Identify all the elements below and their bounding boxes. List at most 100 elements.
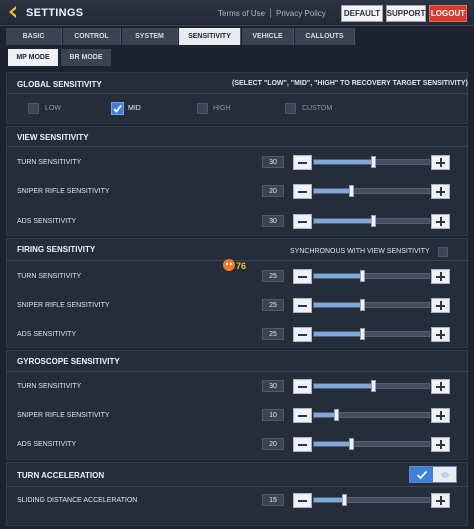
view-sniper-rifle-sensitivity-decrease-button[interactable] bbox=[293, 184, 312, 199]
br-mode-button[interactable]: BR MODE bbox=[61, 49, 111, 66]
view-turn-sensitivity-increase-button[interactable] bbox=[431, 155, 450, 170]
divider bbox=[6, 93, 468, 94]
firing-turn-sensitivity-increase-button[interactable] bbox=[431, 269, 450, 284]
sliding-distance-acceleration-value: 15 bbox=[262, 494, 284, 506]
view-ads-sensitivity-slider-handle[interactable] bbox=[370, 215, 376, 227]
firing-ads-sensitivity-value: 25 bbox=[262, 328, 284, 340]
firing-ads-sensitivity-slider-handle[interactable] bbox=[360, 328, 366, 340]
circle-icon bbox=[440, 471, 449, 478]
gyro-ads-sensitivity-slider-handle[interactable] bbox=[348, 438, 354, 450]
sync-checkbox[interactable] bbox=[438, 247, 448, 257]
gyro-sniper-rifle-sensitivity-decrease-button[interactable] bbox=[293, 408, 312, 423]
gyro-turn-sensitivity-slider-handle[interactable] bbox=[370, 380, 376, 392]
default-button[interactable]: DEFAULT bbox=[341, 5, 383, 22]
sliding-distance-acceleration-slider-handle[interactable] bbox=[342, 494, 348, 506]
gyro-sniper-rifle-sensitivity-value: 10 bbox=[262, 409, 284, 421]
view-sniper-rifle-sensitivity-slider-fill bbox=[314, 189, 352, 193]
checkmark-icon bbox=[113, 104, 122, 113]
firing-turn-sensitivity-slider-handle[interactable] bbox=[360, 270, 366, 282]
tab-vehicle[interactable]: VEHICLE bbox=[242, 28, 294, 45]
sliding-distance-acceleration-decrease-button[interactable] bbox=[293, 493, 312, 508]
plus-icon bbox=[436, 440, 445, 449]
view-turn-sensitivity-decrease-button[interactable] bbox=[293, 155, 312, 170]
privacy-policy-link[interactable]: Privacy Policy bbox=[276, 9, 326, 18]
firing-ads-sensitivity-increase-button[interactable] bbox=[431, 327, 450, 342]
minus-icon bbox=[298, 499, 307, 502]
minus-icon bbox=[298, 161, 307, 164]
firing-sniper-rifle-sensitivity-slider-handle[interactable] bbox=[360, 299, 366, 311]
plus-icon bbox=[436, 496, 445, 505]
plus-icon bbox=[436, 382, 445, 391]
firing-sniper-rifle-sensitivity-slider-track[interactable] bbox=[313, 299, 430, 311]
gyro-sniper-rifle-sensitivity-slider-track[interactable] bbox=[313, 409, 430, 421]
low-checkbox[interactable] bbox=[28, 103, 39, 114]
view-sniper-rifle-sensitivity-increase-button[interactable] bbox=[431, 184, 450, 199]
gyro-ads-sensitivity-increase-button[interactable] bbox=[431, 437, 450, 452]
tab-basic[interactable]: BASIC bbox=[6, 28, 62, 45]
firing-sensitivity-title: FIRING SENSITIVITY bbox=[17, 245, 96, 254]
minus-icon bbox=[298, 275, 307, 278]
plus-icon bbox=[436, 217, 445, 226]
firing-sniper-rifle-sensitivity-decrease-button[interactable] bbox=[293, 298, 312, 313]
view-turn-sensitivity-slider-handle[interactable] bbox=[370, 156, 376, 168]
view-turn-sensitivity-slider-fill bbox=[314, 160, 374, 164]
sliding-distance-acceleration-label: SLIDING DISTANCE ACCELERATION bbox=[17, 497, 138, 504]
plus-icon bbox=[436, 187, 445, 196]
firing-turn-sensitivity-slider-track[interactable] bbox=[313, 270, 430, 282]
view-ads-sensitivity-decrease-button[interactable] bbox=[293, 214, 312, 229]
logout-button[interactable]: LOGOUT bbox=[429, 5, 467, 22]
plus-icon bbox=[436, 330, 445, 339]
sliding-distance-acceleration-slider-fill bbox=[314, 498, 346, 502]
minus-icon bbox=[298, 414, 307, 417]
gyro-ads-sensitivity-decrease-button[interactable] bbox=[293, 437, 312, 452]
minus-icon bbox=[298, 304, 307, 307]
gyro-ads-sensitivity-slider-track[interactable] bbox=[313, 438, 430, 450]
custom-option-label: CUSTOM bbox=[302, 105, 333, 112]
firing-ads-sensitivity-decrease-button[interactable] bbox=[293, 327, 312, 342]
support-button[interactable]: SUPPORT bbox=[386, 5, 426, 22]
back-arrow-icon[interactable] bbox=[6, 5, 20, 19]
mp-mode-button[interactable]: MP MODE bbox=[8, 49, 58, 66]
plus-icon bbox=[436, 272, 445, 281]
minus-icon bbox=[298, 220, 307, 223]
tab-sensitivity[interactable]: SENSITIVITY bbox=[179, 28, 241, 45]
page-title: SETTINGS bbox=[26, 7, 84, 19]
view-ads-sensitivity-increase-button[interactable] bbox=[431, 214, 450, 229]
mid-checkbox[interactable] bbox=[111, 102, 124, 115]
high-option-label: HIGH bbox=[213, 105, 231, 112]
gyro-turn-sensitivity-decrease-button[interactable] bbox=[293, 379, 312, 394]
custom-checkbox[interactable] bbox=[285, 103, 296, 114]
firing-ads-sensitivity-slider-track[interactable] bbox=[313, 328, 430, 340]
firing-turn-sensitivity-label: TURN SENSITIVITY bbox=[17, 273, 82, 280]
terms-of-use-link[interactable]: Terms of Use bbox=[218, 9, 265, 18]
minus-icon bbox=[298, 443, 307, 446]
minus-icon bbox=[298, 190, 307, 193]
sticker-text: 76 bbox=[236, 261, 246, 271]
view-sniper-rifle-sensitivity-label: SNIPER RIFLE SENSITIVITY bbox=[17, 188, 110, 195]
view-sniper-rifle-sensitivity-slider-track[interactable] bbox=[313, 185, 430, 197]
turn-acceleration-toggle[interactable] bbox=[409, 466, 457, 483]
gyro-sniper-rifle-sensitivity-slider-handle[interactable] bbox=[334, 409, 339, 421]
minus-icon bbox=[298, 385, 307, 388]
gyro-sniper-rifle-sensitivity-increase-button[interactable] bbox=[431, 408, 450, 423]
gyro-turn-sensitivity-value: 30 bbox=[262, 380, 284, 392]
firing-sniper-rifle-sensitivity-value: 25 bbox=[262, 299, 284, 311]
turn-acceleration-title: TURN ACCELERATION bbox=[17, 471, 105, 480]
gyro-turn-sensitivity-slider-fill bbox=[314, 384, 374, 388]
high-checkbox[interactable] bbox=[197, 103, 208, 114]
sliding-distance-acceleration-slider-track[interactable] bbox=[313, 494, 430, 506]
firing-sniper-rifle-sensitivity-increase-button[interactable] bbox=[431, 298, 450, 313]
gyro-turn-sensitivity-increase-button[interactable] bbox=[431, 379, 450, 394]
gyro-turn-sensitivity-slider-track[interactable] bbox=[313, 380, 430, 392]
tab-control[interactable]: CONTROL bbox=[63, 28, 121, 45]
gyroscope-sensitivity-title: GYROSCOPE SENSITIVITY bbox=[17, 357, 120, 366]
view-ads-sensitivity-slider-track[interactable] bbox=[313, 215, 430, 227]
firing-turn-sensitivity-decrease-button[interactable] bbox=[293, 269, 312, 284]
tab-callouts[interactable]: CALLOUTS bbox=[295, 28, 355, 45]
tab-system[interactable]: SYSTEM bbox=[122, 28, 178, 45]
view-turn-sensitivity-slider-track[interactable] bbox=[313, 156, 430, 168]
mid-option-label: MID bbox=[128, 105, 141, 112]
gyro-ads-sensitivity-label: ADS SENSITIVITY bbox=[17, 441, 77, 448]
view-sniper-rifle-sensitivity-slider-handle[interactable] bbox=[348, 185, 354, 197]
sliding-distance-acceleration-increase-button[interactable] bbox=[431, 493, 450, 508]
